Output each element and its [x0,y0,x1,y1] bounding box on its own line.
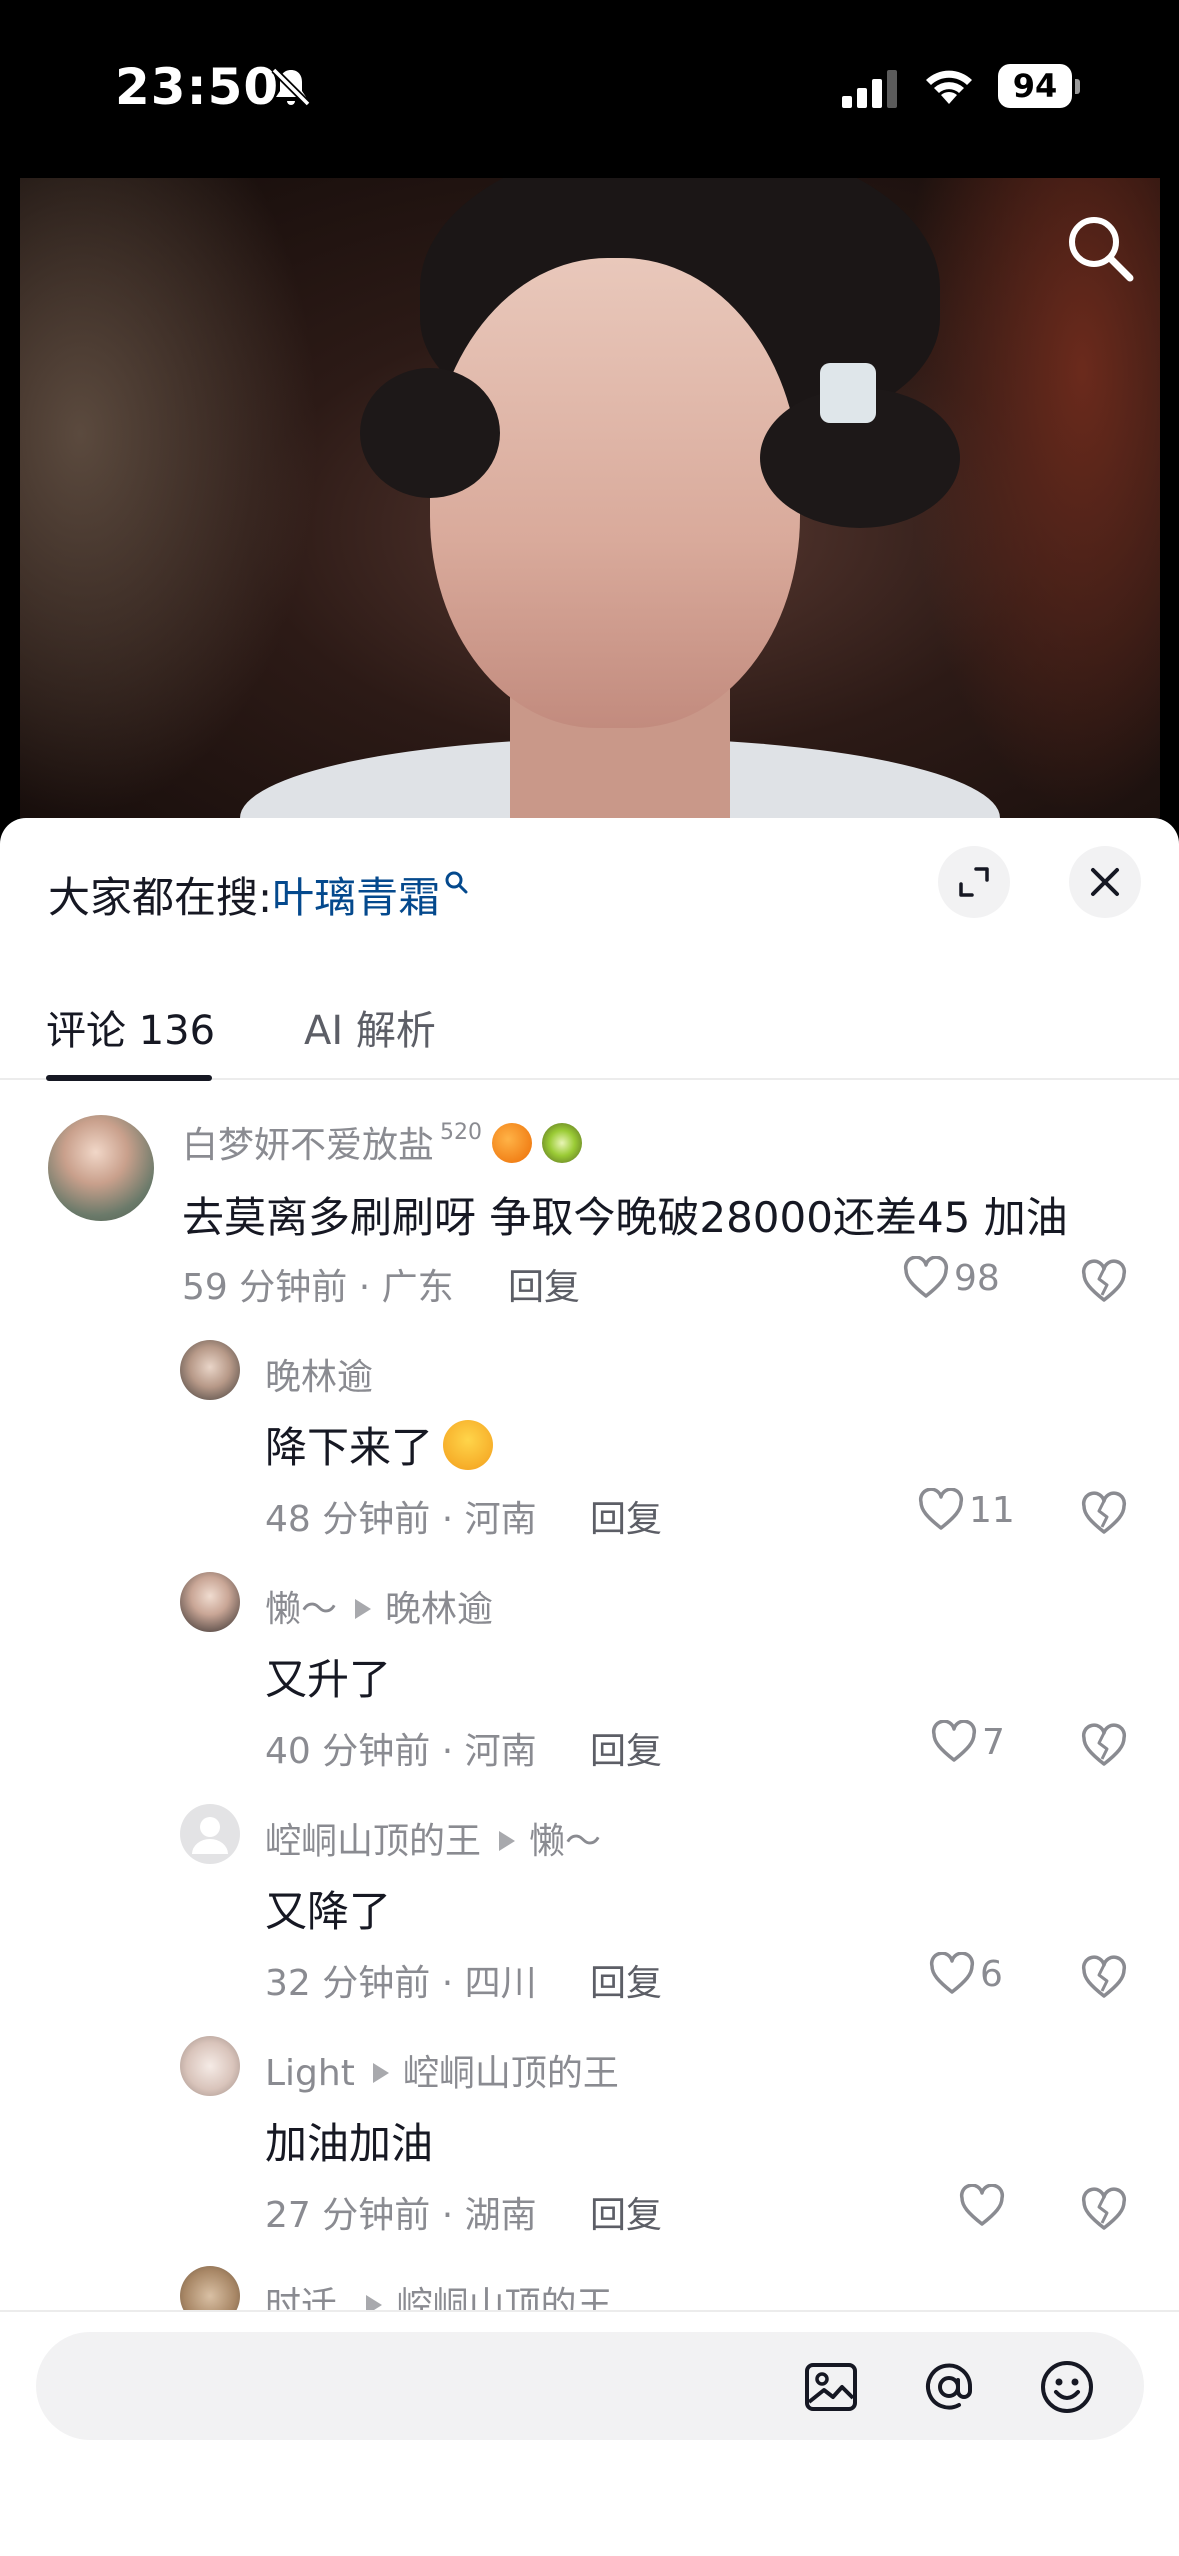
video-subject [430,258,800,728]
comment-sheet: 大家都在搜:叶璃青霜 评论 136 AI 解析 白梦妍不爱放盐 520 去莫离多刷… [0,818,1179,2556]
reply-to-user: 崆峒山顶的王 [402,2053,619,2094]
wifi-icon [926,70,972,104]
comment-author[interactable]: 白梦妍不爱放盐 520 [182,1116,583,1168]
reply-button[interactable]: 回复 [508,1258,580,1310]
avatar[interactable] [48,1115,154,1221]
user-badge: 520 [440,1120,483,1145]
broken-heart-icon[interactable] [1079,1722,1129,1770]
reply-arrow-icon [355,1599,372,1619]
like-button[interactable]: 11 [917,1487,1015,1532]
broken-heart-icon[interactable] [1079,2186,1129,2234]
broken-heart-icon[interactable] [1079,1258,1129,1306]
reply-text: 又降了 [265,1887,392,1936]
like-count: 6 [980,1954,1003,1995]
default-avatar-icon [192,1817,228,1854]
reply-button[interactable]: 回复 [590,1722,662,1774]
comment-input-bar [0,2310,1179,2556]
emoji-icon[interactable] [1038,2358,1096,2416]
avatar[interactable] [180,1572,240,1632]
heart-icon [931,1719,977,1762]
reply-meta: 32 分钟前 · 四川 [265,1963,537,2004]
reply-to-user: 晚林逾 [385,1589,494,1630]
kiwi-emoji-icon [542,1123,583,1163]
search-suggestion-link[interactable]: 叶璃青霜 [272,873,440,922]
comment-meta: 59 分钟前 · 广东 [182,1267,454,1308]
reply-button[interactable]: 回复 [590,1954,662,2006]
like-button[interactable]: 6 [928,1951,1003,1996]
reply-meta: 48 分钟前 · 河南 [265,1499,537,1540]
reply-author[interactable]: 懒～ 晚林逾 [265,1580,493,1632]
signal-icon [842,70,897,108]
battery-level: 94 [998,64,1072,108]
tab-comments[interactable]: 评论 136 [46,998,215,1056]
comment-input-box[interactable] [36,2332,1144,2440]
reply-text: 又升了 [265,1655,392,1704]
close-button[interactable] [1069,846,1141,918]
tab-bar: 评论 136 AI 解析 [0,978,1179,1081]
tab-ai-analysis[interactable]: AI 解析 [304,998,436,1056]
like-button[interactable]: 98 [902,1255,1000,1300]
heart-icon [959,2183,1005,2226]
like-count: 98 [954,1258,1000,1299]
reply-author[interactable]: 晚林逾 [265,1348,373,1400]
reply-author[interactable]: Light 崆峒山顶的王 [265,2044,619,2096]
reply-button[interactable]: 回复 [590,1490,662,1542]
status-time: 23:50 [115,58,280,116]
reply-meta: 40 分钟前 · 河南 [265,1731,537,1772]
reply-arrow-icon [372,2063,389,2083]
reply-author[interactable]: 崆峒山顶的王 懒～ [265,1812,601,1864]
reply-button[interactable]: 回复 [590,2186,662,2238]
like-button[interactable]: 7 [930,1719,1005,1764]
crying-emoji-icon [443,1420,494,1470]
like-button[interactable] [958,2183,1010,2228]
expand-button[interactable] [938,846,1010,918]
reply-text: 加油加油 [265,2119,434,2168]
reply-text: 降下来了 [265,1414,494,1475]
heart-icon [929,1951,975,1994]
avatar[interactable] [180,1804,240,1864]
heart-icon [903,1255,949,1298]
status-bar: 23:50 94 [0,0,1179,175]
small-search-icon [445,871,468,894]
reply-to-user: 懒～ [529,1821,602,1862]
close-icon [1091,868,1119,896]
active-tab-indicator [46,1075,212,1081]
like-count: 7 [982,1722,1005,1763]
search-icon[interactable] [1060,208,1140,288]
comment-input[interactable] [66,2332,806,2440]
like-count: 11 [969,1490,1015,1531]
heart-icon [918,1487,964,1530]
image-icon[interactable] [802,2358,860,2416]
at-icon[interactable] [920,2358,978,2416]
search-suggestion[interactable]: 大家都在搜:叶璃青霜 [48,864,468,925]
broken-heart-icon[interactable] [1079,1490,1129,1538]
bell-slash-icon [271,67,311,107]
comment-text: 去莫离多刷刷呀 争取今晚破28000还差45 加油 [182,1193,1068,1242]
avatar[interactable] [180,1340,240,1400]
broken-heart-icon[interactable] [1079,1954,1129,2002]
reply-arrow-icon [499,1831,516,1851]
video-player[interactable] [20,178,1160,818]
orange-emoji-icon [492,1123,533,1163]
avatar[interactable] [180,2036,240,2096]
search-suggestion-prefix: 大家都在搜: [48,873,273,922]
reply-meta: 27 分钟前 · 湖南 [265,2195,537,2236]
battery-indicator: 94 [998,64,1080,108]
expand-icon [959,867,989,897]
